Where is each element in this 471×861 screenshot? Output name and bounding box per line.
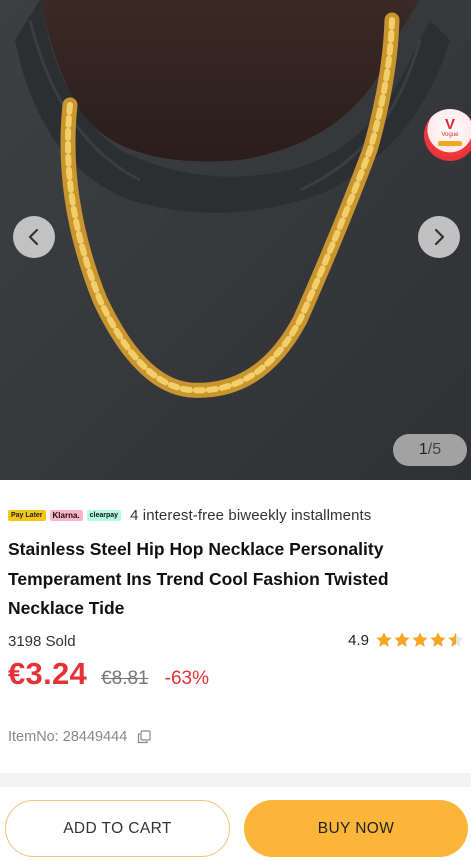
image-counter-current: 1	[418, 441, 428, 458]
item-number-text: ItemNo: 28449444	[8, 729, 128, 745]
copy-icon[interactable]	[137, 730, 151, 744]
buy-now-button[interactable]: BUY NOW	[244, 800, 468, 857]
sold-count: 3198 Sold	[8, 633, 76, 650]
paylater-badge: Pay Later	[8, 509, 46, 521]
gallery-prev-button[interactable]	[13, 216, 55, 258]
installments-row[interactable]: Pay Later Klarna. clearpay 4 interest-fr…	[8, 505, 371, 525]
star-icon	[393, 631, 411, 649]
badge-text: Vogue	[441, 132, 459, 138]
star-icon	[429, 631, 447, 649]
klarna-badge: Klarna.	[49, 509, 83, 521]
installments-text: 4 interest-free biweekly installments	[130, 506, 372, 524]
section-divider	[0, 773, 471, 787]
gallery-next-button[interactable]	[418, 216, 460, 258]
item-number: ItemNo: 28449444	[8, 729, 151, 745]
star-icon	[375, 631, 393, 649]
price-row: €3.24 €8.81 -63%	[8, 656, 209, 692]
discount-badge: -63%	[164, 668, 209, 689]
chevron-left-icon	[28, 228, 39, 246]
image-counter-total: 5	[432, 441, 442, 458]
current-price: €3.24	[8, 656, 88, 691]
product-image-gallery[interactable]: V Vogue 1 / 5	[0, 0, 471, 480]
image-counter: 1 / 5	[393, 434, 467, 466]
clearpay-badge: clearpay	[86, 509, 122, 521]
badge-bar	[438, 141, 462, 146]
original-price: €8.81	[101, 668, 149, 689]
product-rating[interactable]: 4.9	[348, 631, 465, 649]
star-icon	[411, 631, 429, 649]
rating-value: 4.9	[348, 631, 369, 649]
product-title: Stainless Steel Hip Hop Necklace Persona…	[8, 539, 389, 618]
chevron-right-icon	[434, 228, 445, 246]
add-to-cart-button[interactable]: ADD TO CART	[5, 800, 230, 857]
badge-v: V	[444, 116, 455, 133]
product-photo	[0, 0, 471, 480]
half-star-icon	[447, 631, 465, 649]
store-badge-icon[interactable]: V Vogue	[424, 109, 471, 161]
bottom-action-bar: ADD TO CART BUY NOW	[0, 787, 471, 861]
rating-stars	[375, 631, 465, 649]
